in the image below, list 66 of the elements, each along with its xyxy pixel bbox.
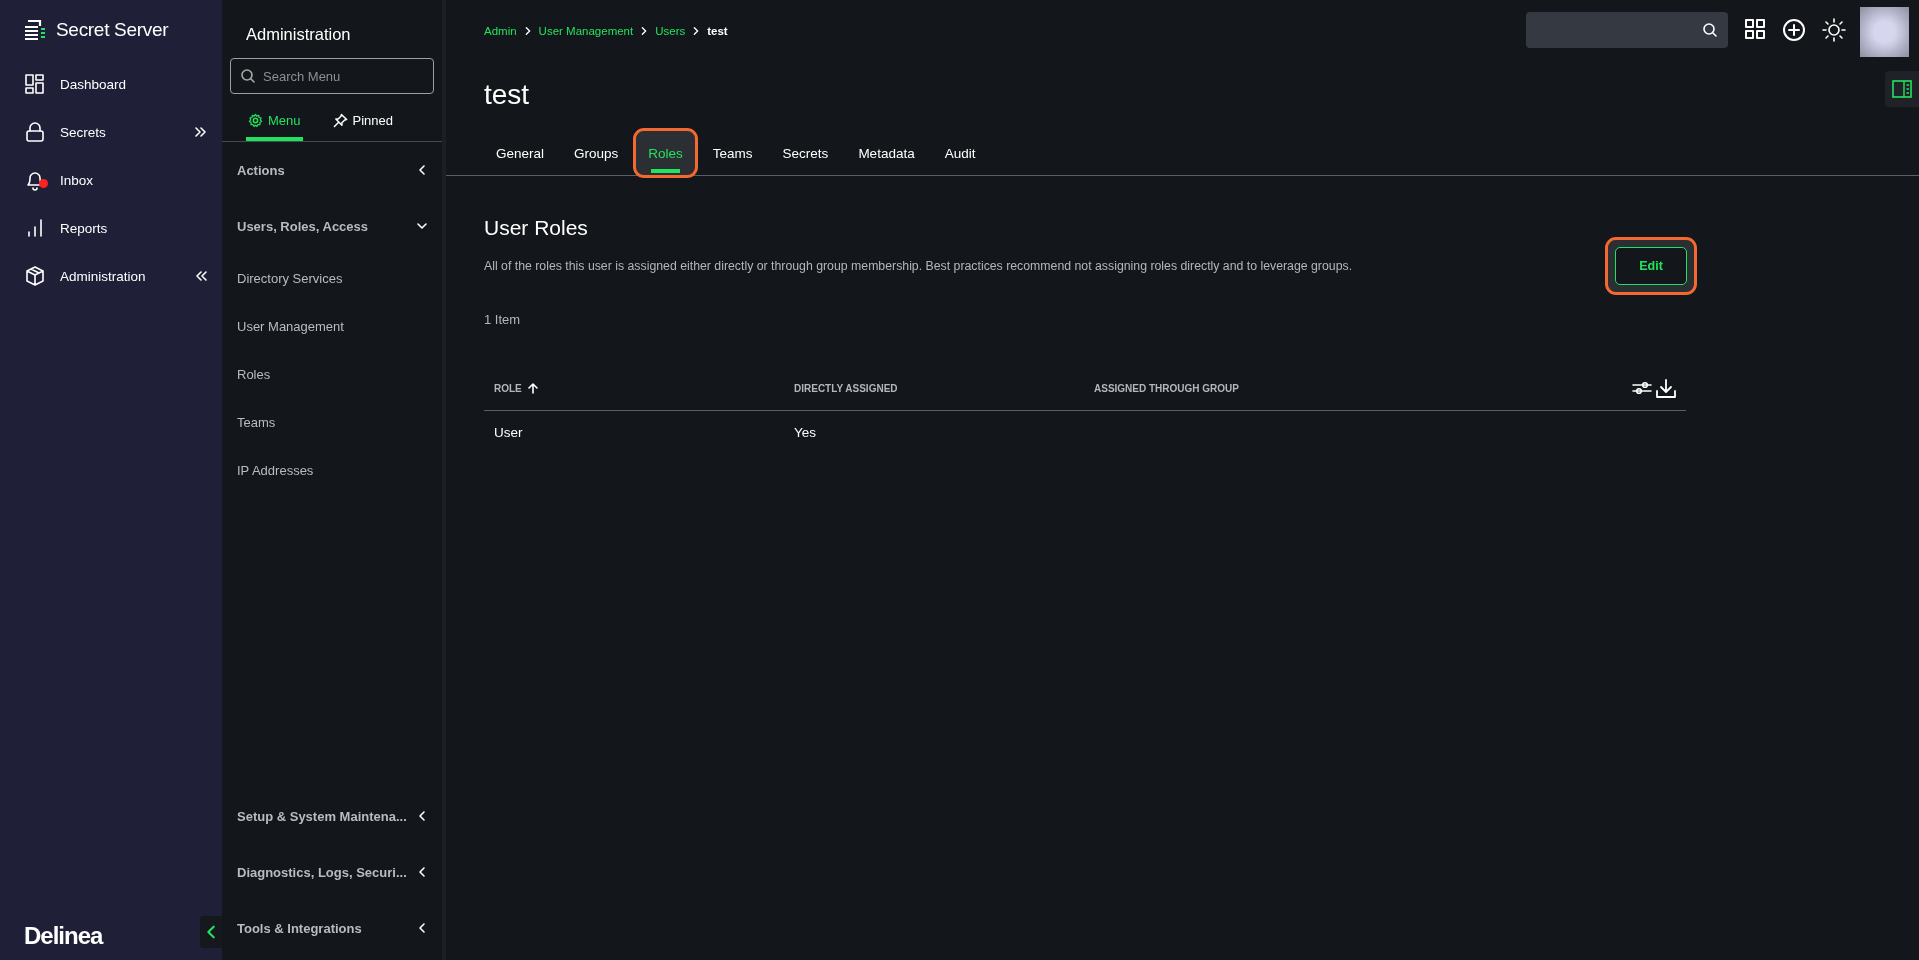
chevron-icon [416, 164, 428, 176]
menu-item[interactable]: User Management [222, 302, 442, 350]
gear-icon [248, 113, 263, 128]
sort-arrow-icon [527, 383, 538, 394]
footer-logo: Delinea [23, 922, 103, 951]
add-icon[interactable] [1782, 18, 1806, 42]
chevron-icon [416, 810, 428, 822]
column-header[interactable]: DIRECTLY ASSIGNED [794, 383, 1094, 394]
nav-item[interactable]: Inbox [0, 156, 222, 204]
breadcrumb-link[interactable]: Users [655, 25, 686, 37]
global-search-field[interactable] [1526, 12, 1728, 48]
cube-icon [24, 265, 46, 287]
search-menu-field[interactable]: Search Menu [230, 58, 434, 94]
menu-item[interactable]: IP Addresses [222, 446, 442, 494]
menu-section-header[interactable]: Diagnostics, Logs, Securi... [222, 844, 442, 900]
edit-button[interactable]: Edit [1615, 247, 1687, 285]
menu-item[interactable]: Teams [222, 398, 442, 446]
panel-title: Administration [245, 24, 352, 44]
app-name: Secret Server [56, 19, 169, 41]
section-title: User Roles [484, 216, 589, 240]
page-title: test [484, 79, 530, 111]
side-panel-toggle[interactable] [1885, 71, 1919, 107]
pin-icon [332, 113, 348, 128]
tab[interactable]: Teams [700, 131, 765, 175]
sun-icon[interactable] [1822, 18, 1846, 42]
breadcrumb-current: test [707, 25, 728, 37]
tab[interactable]: Secrets [770, 131, 841, 175]
nav-item[interactable]: Dashboard [0, 60, 222, 108]
split-panel-icon [1892, 80, 1912, 98]
breadcrumb-link[interactable]: User Management [538, 25, 634, 37]
section-description: All of the roles this user is assigned either directly or through group membership. Best practices recommend not assigning roles directly and to leverage groups. [484, 259, 1353, 273]
panel-tab[interactable]: Pinned [330, 104, 395, 141]
dashboard-icon [24, 73, 46, 95]
panel-tab[interactable]: Menu [246, 104, 303, 141]
menu-section-header[interactable]: Setup & System Maintena... [222, 788, 442, 844]
item-count: 1 Item [484, 312, 522, 327]
nav-item[interactable]: Secrets [0, 108, 222, 156]
chevron-icon [416, 922, 428, 934]
column-header[interactable]: ASSIGNED THROUGH GROUP [1094, 383, 1632, 394]
menu-section-header[interactable]: Tools & Integrations [222, 900, 442, 956]
tab[interactable]: General [484, 131, 557, 175]
menu-section-header[interactable]: Users, Roles, Access [222, 198, 442, 254]
tab[interactable]: Groups [562, 131, 631, 175]
nav-item[interactable]: Administration [0, 252, 222, 300]
download-icon[interactable] [1656, 378, 1676, 399]
chevron-icon [416, 220, 428, 232]
tab[interactable]: Roles [636, 131, 695, 175]
chevron-icon [416, 866, 428, 878]
search-icon [240, 68, 256, 84]
column-header[interactable]: ROLE [494, 383, 794, 394]
server-logo-icon [24, 18, 46, 42]
search-icon [1702, 22, 1718, 38]
menu-item[interactable]: Directory Services [222, 254, 442, 302]
table-cell-text: Yes [794, 424, 818, 440]
lock-icon [24, 121, 46, 143]
double-chevron-right-icon [194, 126, 208, 138]
table-cell-text: User [494, 424, 524, 440]
tab[interactable]: Audit [932, 131, 988, 175]
apps-grid-icon[interactable] [1744, 18, 1766, 40]
collapse-sidebar-button[interactable] [200, 916, 222, 948]
double-chevron-left-icon [194, 270, 208, 282]
menu-item[interactable]: Roles [222, 350, 442, 398]
nav-item[interactable]: Reports [0, 204, 222, 252]
breadcrumb-link[interactable]: Admin [484, 25, 517, 37]
menu-section-header[interactable]: Actions [222, 142, 442, 198]
tab[interactable]: Metadata [846, 131, 927, 175]
